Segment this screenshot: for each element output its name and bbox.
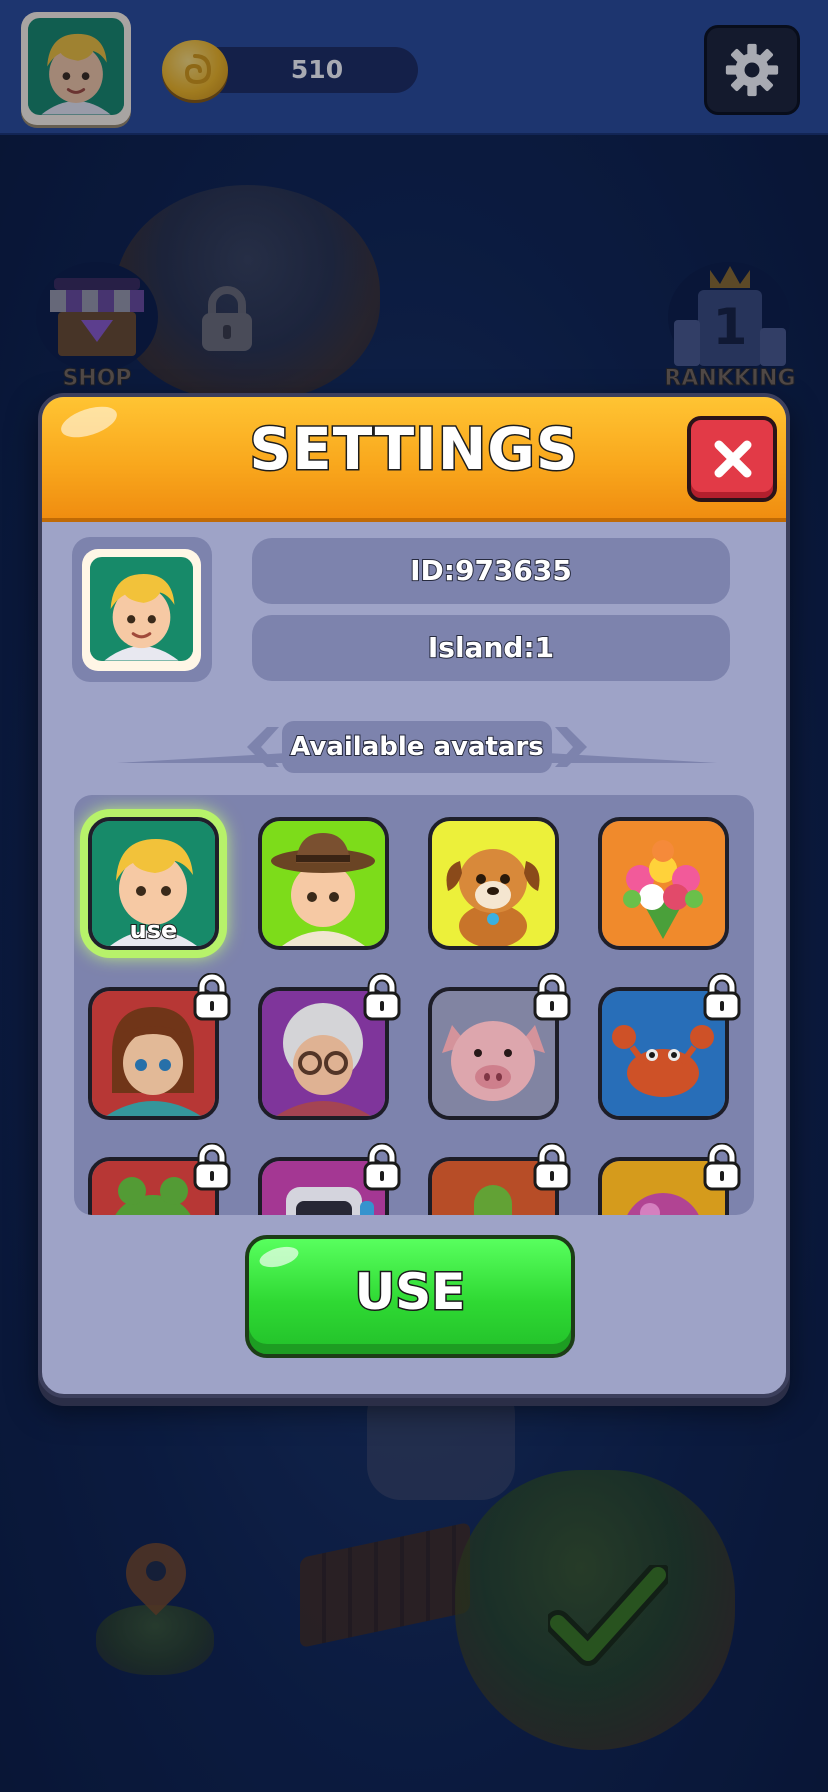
current-avatar-frame (72, 537, 212, 682)
lock-icon (363, 973, 401, 1021)
section-title: Available avatars (282, 721, 552, 773)
lock-icon (193, 973, 231, 1021)
lock-icon (703, 1143, 741, 1191)
puppy-avatar-icon (432, 821, 555, 946)
avatar-tile-puppy[interactable] (428, 817, 559, 950)
dialog-title: SETTINGS (248, 414, 579, 485)
lock-icon (533, 973, 571, 1021)
close-button[interactable] (687, 416, 777, 502)
lock-icon (703, 973, 741, 1021)
lock-icon (533, 1143, 571, 1191)
blond-boy-avatar-icon (90, 557, 193, 661)
flower-bouquet-avatar-icon (602, 821, 725, 946)
dialog-header: SETTINGS (42, 397, 786, 522)
avatar-tile-blond-boy[interactable]: use (88, 817, 219, 950)
player-id: ID:973635 (252, 538, 730, 604)
lock-icon (363, 1143, 401, 1191)
game-screen: SHOP 1 RANKKING 510 SETTINGS ID:973635 I… (0, 0, 828, 1792)
section-banner: Available avatars (117, 717, 717, 777)
island-level: Island:1 (252, 615, 730, 681)
settings-dialog: SETTINGS ID:973635 Island:1 Available av… (38, 393, 790, 1398)
close-icon (714, 440, 752, 478)
avatar-tile-cowboy-boy[interactable] (258, 817, 389, 950)
avatar-tile-flower-bouquet[interactable] (598, 817, 729, 950)
cowboy-boy-avatar-icon (262, 821, 385, 946)
lock-icon (193, 1143, 231, 1191)
use-button-label: USE (353, 1262, 467, 1323)
use-button[interactable]: USE (245, 1235, 575, 1358)
in-use-tag: use (129, 915, 179, 945)
avatar-grid: use (74, 795, 754, 1215)
current-avatar (82, 549, 201, 671)
